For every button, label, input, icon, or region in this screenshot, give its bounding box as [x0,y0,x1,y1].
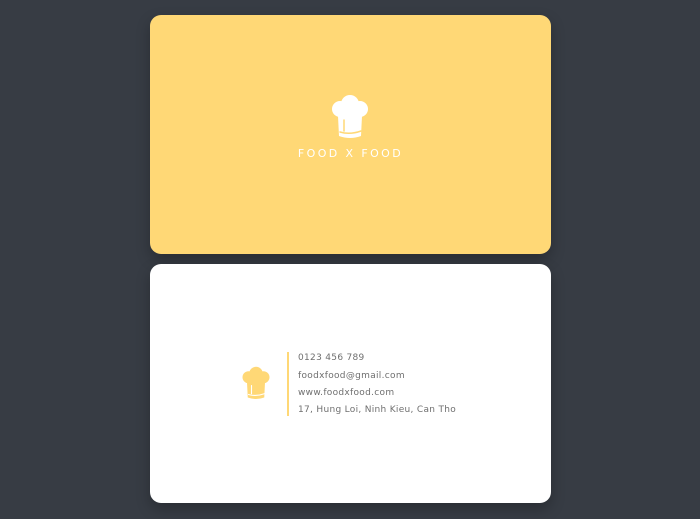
phone-number: 0123 456 789 [298,353,365,363]
chef-hat-icon [242,366,270,399]
business-card-back [150,264,551,503]
brand-name: FOOD X FOOD [297,147,404,160]
website: www.foodxfood.com [298,388,395,398]
email-address: foodxfood@gmail.com [298,371,405,381]
address: 17, Hung Loi, Ninh Kieu, Can Tho [298,405,457,415]
chef-hat-icon [332,95,368,138]
divider [287,352,289,416]
